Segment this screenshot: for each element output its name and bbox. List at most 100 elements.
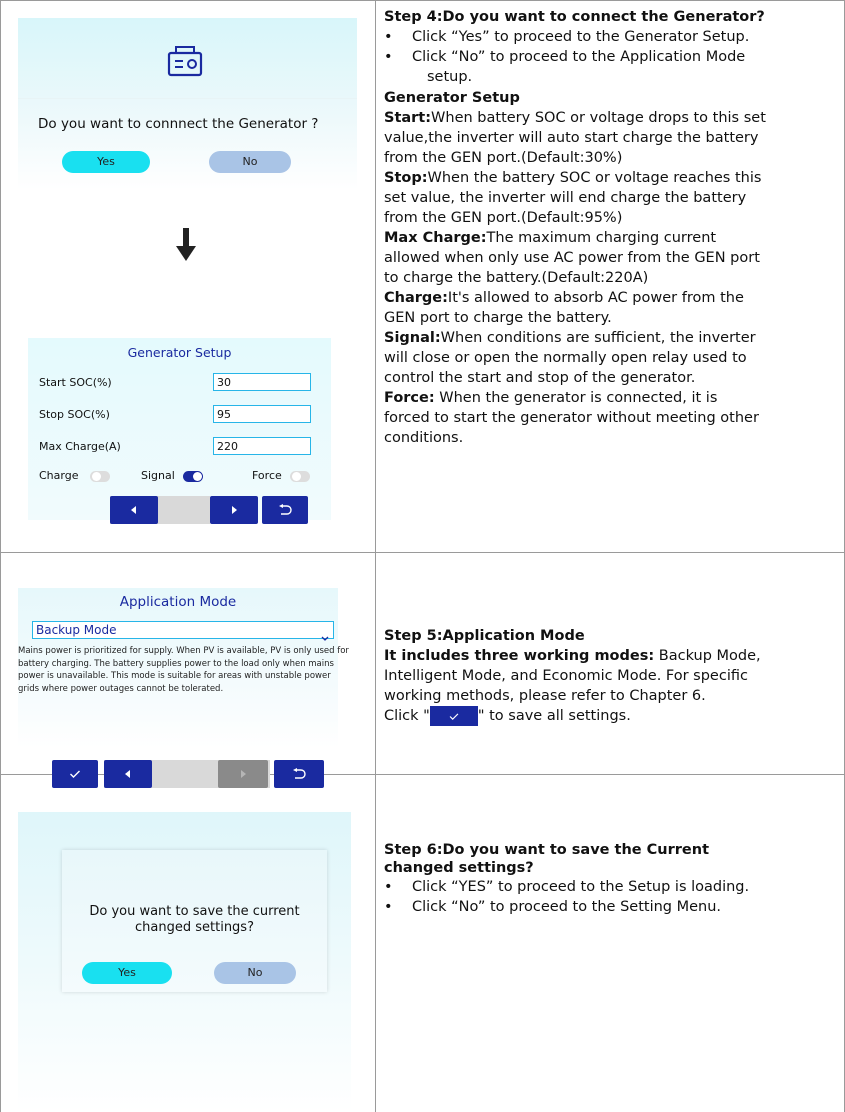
maxcharge-text-1: The maximum charging current xyxy=(486,230,717,246)
click-suffix: " to save all settings. xyxy=(477,708,631,724)
step5-line-3: working methods, please refer to Chapter… xyxy=(384,688,706,704)
modes-text: Backup Mode, xyxy=(654,648,761,664)
generator-setup-title: Generator Setup xyxy=(127,345,232,360)
generator-icon xyxy=(166,44,204,82)
force-toggle[interactable] xyxy=(290,471,310,482)
generator-dialog-question: Do you want to connnect the Generator ? xyxy=(38,116,319,132)
mode-desc-line-2: battery charging. The battery supplies p… xyxy=(18,658,334,669)
stop-text-3: from the GEN port.(Default:95%) xyxy=(384,210,623,226)
signal-description: Signal:When conditions are sufficient, t… xyxy=(384,328,839,388)
chevron-left-icon xyxy=(125,770,130,778)
max-charge-label: Max Charge(A) xyxy=(39,440,121,453)
generator-setup-screen: Generator Setup Start SOC(%) 30 Stop SOC… xyxy=(28,338,331,524)
start-text-3: from the GEN port.(Default:30%) xyxy=(384,150,623,166)
chevron-right-icon xyxy=(232,506,237,514)
stop-description: Stop:When the battery SOC or voltage rea… xyxy=(384,168,839,228)
previous-button[interactable] xyxy=(110,496,158,524)
save-question-line-2: changed settings? xyxy=(135,920,254,935)
check-icon xyxy=(449,713,459,720)
step6-bullet-2: Click “No” to proceed to the Setting Men… xyxy=(412,899,722,915)
modes-term: It includes three working modes: xyxy=(384,648,655,664)
step5-modes: It includes three working modes: Backup … xyxy=(384,646,839,726)
table-column-divider xyxy=(375,0,376,1112)
return-button[interactable] xyxy=(262,496,308,524)
start-text-1: When battery SOC or voltage drops to thi… xyxy=(431,110,766,126)
step6-title-2: changed settings? xyxy=(384,860,534,876)
step4-title: Step 4:Do you want to connect the Genera… xyxy=(384,9,765,25)
max-charge-input[interactable]: 220 xyxy=(213,437,311,455)
app-mode-return-button[interactable] xyxy=(274,760,324,788)
step6-bullet-dot-1: • xyxy=(384,879,393,895)
charge-description: Charge:It's allowed to absorb AC power f… xyxy=(384,288,839,328)
charge-toggle[interactable] xyxy=(90,471,110,482)
start-description: Start:When battery SOC or voltage drops … xyxy=(384,108,839,168)
mode-select-value: Backup Mode xyxy=(36,623,117,637)
step5-title: Step 5:Application Mode xyxy=(384,628,585,644)
signal-toggle[interactable] xyxy=(183,471,203,482)
mode-select[interactable]: Backup Mode xyxy=(32,621,334,641)
application-mode-title: Application Mode xyxy=(119,594,237,610)
inline-confirm-button xyxy=(429,706,478,726)
mode-desc-line-3: power is unavailable. This mode is suita… xyxy=(18,671,331,681)
step4-bullet-2b: setup. xyxy=(427,69,473,85)
step4-bullet-2a: Click “No” to proceed to the Application… xyxy=(412,49,746,65)
table-border-top xyxy=(0,0,845,1)
confirm-button[interactable] xyxy=(52,760,98,788)
force-description: Force: When the generator is connected, … xyxy=(384,388,839,448)
next-button[interactable] xyxy=(210,496,258,524)
dialog-separator xyxy=(18,98,357,99)
stop-soc-input[interactable]: 95 xyxy=(213,405,311,423)
start-soc-input[interactable]: 30 xyxy=(213,373,311,391)
signal-text-1: When conditions are sufficient, the inve… xyxy=(440,330,756,346)
chevron-down-icon xyxy=(321,627,329,646)
step4-bullet-dot-2: • xyxy=(384,49,393,65)
charge-term: Charge: xyxy=(384,290,448,306)
chevron-right-icon xyxy=(241,770,246,778)
force-text-1: When the generator is connected, it is xyxy=(434,390,718,406)
step5-line-2: Intelligent Mode, and Economic Mode. For… xyxy=(384,668,748,684)
generator-setup-heading: Generator Setup xyxy=(384,90,520,106)
start-soc-label: Start SOC(%) xyxy=(39,376,112,389)
yes-button[interactable]: Yes xyxy=(62,151,150,173)
step4-bullet-dot-1: • xyxy=(384,29,393,45)
save-yes-button[interactable]: Yes xyxy=(82,962,172,984)
return-icon xyxy=(293,768,306,779)
force-text-2: forced to start the generator without me… xyxy=(384,410,759,426)
start-text-2: value,the inverter will auto start charg… xyxy=(384,130,759,146)
chevron-left-icon xyxy=(131,506,136,514)
maxcharge-text-3: to charge the battery.(Default:220A) xyxy=(384,270,649,286)
maxcharge-text-2: allowed when only use AC power from the … xyxy=(384,250,760,266)
arrow-down-icon xyxy=(175,228,197,266)
table-row-divider-1 xyxy=(0,552,845,553)
generator-connect-dialog-screen: Do you want to connnect the Generator ? … xyxy=(18,18,357,190)
force-toggle-label: Force xyxy=(252,469,282,482)
step6-bullet-1: Click “YES” to proceed to the Setup is l… xyxy=(412,879,750,895)
application-mode-screen: Application Mode Backup Mode Mains power… xyxy=(18,588,349,748)
stop-soc-label: Stop SOC(%) xyxy=(39,408,110,421)
check-icon xyxy=(70,770,80,778)
signal-text-2: will close or open the normally open rel… xyxy=(384,350,747,366)
maxcharge-description: Max Charge:The maximum charging current … xyxy=(384,228,839,288)
signal-text-3: control the start and stop of the genera… xyxy=(384,370,696,386)
save-question-line-1: Do you want to save the current xyxy=(89,904,300,919)
save-no-button[interactable]: No xyxy=(214,962,296,984)
charge-text-2: GEN port to charge the battery. xyxy=(384,310,612,326)
mode-desc-line-1: Mains power is prioritized for supply. W… xyxy=(18,646,349,656)
charge-toggle-label: Charge xyxy=(39,469,79,482)
no-button[interactable]: No xyxy=(209,151,291,173)
app-mode-next-button-disabled[interactable] xyxy=(218,760,268,788)
step5-click-line: Click " " to save all settings. xyxy=(384,706,839,726)
step6-title-1: Step 6:Do you want to save the Current xyxy=(384,842,710,858)
signal-term: Signal: xyxy=(384,330,441,346)
click-prefix: Click " xyxy=(384,708,430,724)
save-settings-screen: Do you want to save the current changed … xyxy=(18,812,351,1112)
app-mode-previous-button[interactable] xyxy=(104,760,152,788)
charge-text-1: It's allowed to absorb AC power from the xyxy=(447,290,744,306)
force-text-3: conditions. xyxy=(384,430,464,446)
stop-text-1: When the battery SOC or voltage reaches … xyxy=(427,170,762,186)
start-term: Start: xyxy=(384,110,432,126)
signal-toggle-label: Signal xyxy=(141,469,175,482)
mode-desc-line-4: grids where power outages cannot be tole… xyxy=(18,683,224,694)
return-icon xyxy=(279,504,292,515)
stop-text-2: set value, the inverter will end charge … xyxy=(384,190,747,206)
